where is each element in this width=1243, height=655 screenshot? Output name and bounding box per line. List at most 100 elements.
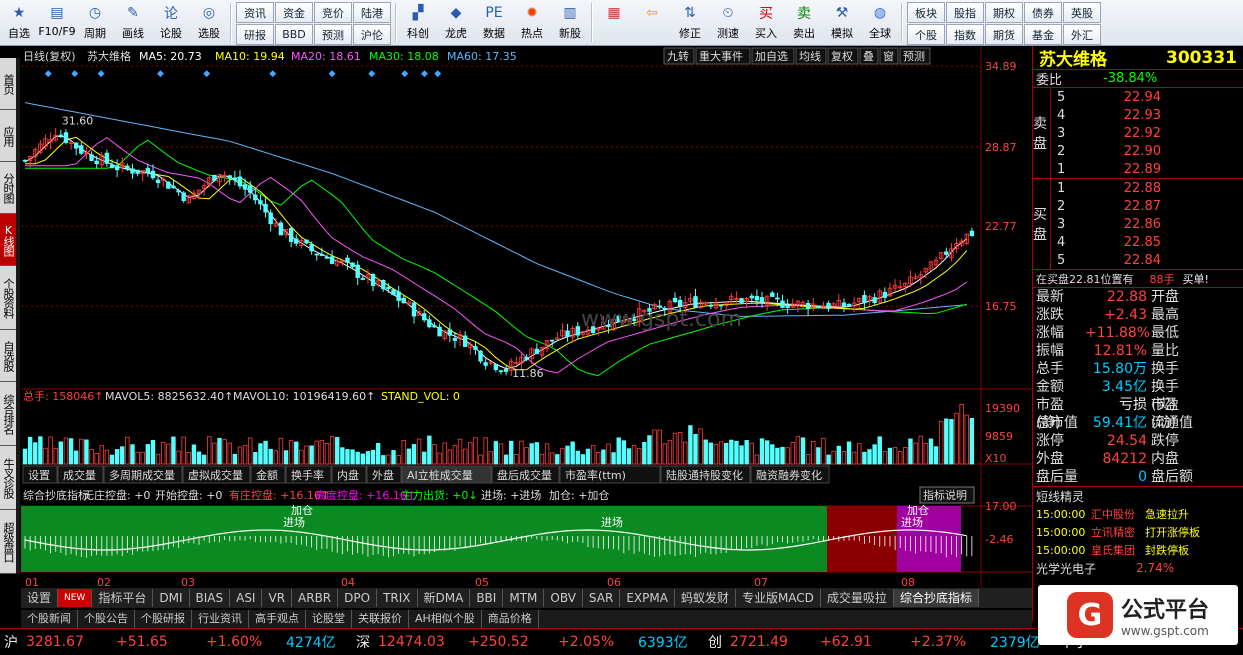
back-button[interactable]: ⇦ [633, 0, 671, 45]
select-stock-button[interactable]: ◎ 选股 [190, 0, 228, 45]
sidebar-item-1[interactable]: 应用 [0, 110, 16, 162]
news-item[interactable]: 15:00:00 立讯精密 打开涨停板 [1033, 523, 1243, 541]
bottom-tab[interactable]: BBI [470, 589, 504, 607]
sidebar-item-8[interactable]: 超级盘口 [0, 510, 16, 574]
quote-panel: 苏大维格 300331 委比 -38.84% 卖盘 5 22.94 4 22.93 3 2… [1032, 46, 1243, 621]
global-button[interactable]: ◍ 全球 [861, 0, 899, 45]
volume-bar [68, 438, 74, 465]
bottom-tab[interactable]: 新DMA [418, 589, 471, 607]
quick-btn[interactable]: 资讯 [236, 2, 274, 23]
data-button[interactable]: PE 数据 [475, 0, 513, 45]
event-diamond-icon[interactable]: ◆ [98, 69, 105, 79]
buy-button[interactable]: 买买入 [747, 0, 785, 45]
volume-bar [335, 437, 340, 465]
market-btn[interactable]: 指数 [946, 24, 984, 45]
hot-button[interactable]: ✹ 热点 [513, 0, 551, 45]
event-diamond-icon[interactable]: ◆ [157, 69, 164, 79]
f10-button[interactable]: ▤ F10/F9 [38, 0, 76, 45]
news-tab[interactable]: 论股堂 [306, 610, 352, 628]
bottom-tab[interactable]: MTM [503, 589, 545, 607]
news-tab[interactable]: 行业资讯 [192, 610, 249, 628]
bottom-tab[interactable]: BIAS [190, 589, 231, 607]
news-tab[interactable]: 个股新闻 [21, 610, 78, 628]
bottom-tab[interactable]: VR [262, 589, 293, 607]
bottom-tab[interactable]: NEW [58, 589, 93, 607]
bottom-tab[interactable]: 专业版MACD [736, 589, 821, 607]
volume-bar [718, 441, 724, 465]
newstock-button[interactable]: ▥ 新股 [551, 0, 589, 45]
fix-button[interactable]: ⇅ 修正 [671, 0, 709, 45]
event-diamond-icon[interactable]: ◆ [203, 69, 210, 79]
market-btn[interactable]: 个股 [907, 24, 945, 45]
bottom-tab[interactable]: ARBR [292, 589, 339, 607]
quick-btn[interactable]: 竞价 [314, 2, 352, 23]
news-tab[interactable]: 关联报价 [352, 610, 409, 628]
bottom-tab[interactable]: ASI [230, 589, 263, 607]
event-diamond-icon[interactable]: ◆ [434, 69, 441, 79]
bottom-tab[interactable]: DMI [153, 589, 190, 607]
sidebar-item-4[interactable]: 个股资料 [0, 266, 16, 330]
market-btn[interactable]: 债券 [1024, 2, 1062, 23]
bottom-tab[interactable]: 指标平台 [92, 589, 154, 607]
ticker-row[interactable]: 光学光电子 2.74% [1033, 559, 1243, 577]
kechuang-button[interactable]: ▞ 科创 [399, 0, 437, 45]
sidebar-item-0[interactable]: 首页 [0, 58, 16, 110]
bottom-tab[interactable]: OBV [544, 589, 583, 607]
kline-chart-svg[interactable]: 日线(复权) 苏大维格 MA5: 20.73 MA10: 19.94 MA20: 18.… [21, 46, 1032, 588]
event-diamond-icon[interactable]: ◆ [71, 69, 78, 79]
sidebar-item-6[interactable]: 综合排名 [0, 382, 16, 446]
toolbar-separator [230, 3, 232, 42]
longhu-button[interactable]: ◆ 龙虎 [437, 0, 475, 45]
sidebar-item-3[interactable]: K线图 [0, 214, 16, 266]
quick-btn[interactable]: 陆港 [353, 2, 391, 23]
candle-body [176, 190, 181, 193]
lungu-button[interactable]: 论论股 [152, 0, 190, 45]
market-btn[interactable]: 外汇 [1063, 24, 1101, 45]
bottom-tab[interactable]: TRIX [377, 589, 418, 607]
bottom-tab[interactable]: 蚂蚁发财 [675, 589, 736, 607]
bottom-tab[interactable]: SAR [583, 589, 621, 607]
toolbar-separator [591, 3, 593, 42]
news-tab[interactable]: 个股公告 [78, 610, 135, 628]
sidebar-item-5[interactable]: 自选股 [0, 330, 16, 382]
volume-bar [826, 454, 831, 465]
sidebar-item-2[interactable]: 分时图 [0, 162, 16, 214]
zixuan-button[interactable]: ★ 自选 [0, 0, 38, 45]
news-tab[interactable]: AH相似个股 [409, 610, 482, 628]
news-item[interactable]: 15:00:00 汇中股份 急速拉升 [1033, 505, 1243, 523]
bottom-tab[interactable]: EXPMA [620, 589, 675, 607]
bottom-tab[interactable]: DPO [338, 589, 378, 607]
event-diamond-icon[interactable]: ◆ [269, 69, 276, 79]
news-tab[interactable]: 高手观点 [249, 610, 306, 628]
quick-btn[interactable]: 研报 [236, 24, 274, 45]
market-btn[interactable]: 股指 [946, 2, 984, 23]
event-diamond-icon[interactable]: ◆ [45, 69, 52, 79]
bottom-tab[interactable]: 综合抄底指标 [893, 589, 979, 607]
quick-btn[interactable]: 资金 [275, 2, 313, 23]
market-btn[interactable]: 期货 [985, 24, 1023, 45]
sidebar-item-7[interactable]: 牛叉诊股 [0, 446, 16, 510]
bottom-tab[interactable]: 设置 [21, 589, 59, 607]
simulate-button[interactable]: ⚒ 模拟 [823, 0, 861, 45]
market-btn[interactable]: 基金 [1024, 24, 1062, 45]
news-item[interactable]: 15:00:00 皇氏集团 封跌停板 [1033, 541, 1243, 559]
news-tab[interactable]: 商品价格 [482, 610, 539, 628]
draw-button[interactable]: ✎ 画线 [114, 0, 152, 45]
quick-btn[interactable]: 沪伦 [353, 24, 391, 45]
quick-btn[interactable]: 预测 [314, 24, 352, 45]
period-button[interactable]: ◷ 周期 [76, 0, 114, 45]
news-tab[interactable]: 个股研报 [135, 610, 192, 628]
sell-button[interactable]: 卖卖出 [785, 0, 823, 45]
test-button[interactable]: ⏲ 测速 [709, 0, 747, 45]
event-diamond-icon[interactable]: ◆ [401, 69, 408, 79]
kline-chart-area[interactable]: 日线(复权) 苏大维格 MA5: 20.73 MA10: 19.94 MA20: 18.… [21, 46, 1032, 588]
market-btn[interactable]: 英股 [1063, 2, 1101, 23]
quick-btn[interactable]: BBD [275, 24, 313, 45]
event-diamond-icon[interactable]: ◆ [421, 69, 428, 79]
market-btn[interactable]: 板块 [907, 2, 945, 23]
bottom-tab[interactable]: 成交量吸拉 [821, 589, 894, 607]
event-diamond-icon[interactable]: ◆ [368, 69, 375, 79]
event-diamond-icon[interactable]: ◆ [329, 69, 336, 79]
layout-button[interactable]: ▦ [595, 0, 633, 45]
market-btn[interactable]: 期权 [985, 2, 1023, 23]
